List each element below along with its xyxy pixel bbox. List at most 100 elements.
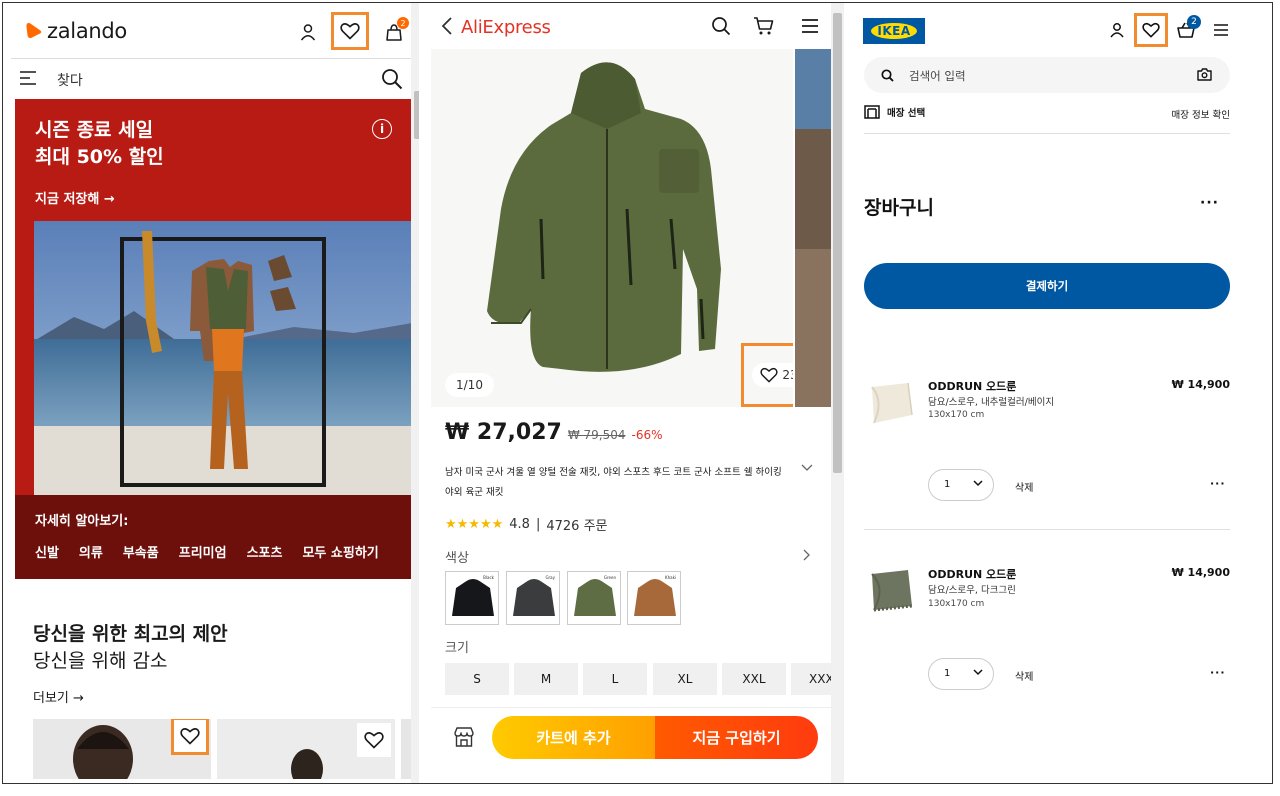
bag-icon[interactable]: 2 (377, 15, 411, 49)
aliexpress-logo[interactable]: AliExpress (461, 17, 551, 38)
product-title: 남자 미국 군사 겨울 열 양털 전술 재킷, 야외 스포츠 후드 코트 군사 … (445, 467, 782, 498)
aliexpress-panel: AliExpress 1/10 2 ₩ 27,027 ₩ 79,504 -66%… (431, 3, 844, 783)
store-info-link[interactable]: 매장 정보 확인 (1172, 107, 1230, 121)
product-size: 130x170 cm (928, 410, 985, 420)
wishlist-pill: 23K (752, 363, 793, 387)
user-icon[interactable] (291, 15, 325, 49)
category-premium[interactable]: 프리미엄 (179, 542, 227, 561)
delete-button[interactable]: 삭제 (1015, 668, 1033, 683)
size-option[interactable]: XXX (791, 663, 834, 695)
back-icon[interactable] (441, 17, 453, 35)
purchase-bar: 카트에 추가 지금 구입하기 (431, 707, 831, 767)
price-row: ₩ 27,027 ₩ 79,504 -66% (445, 420, 663, 445)
product-image[interactable] (864, 375, 918, 429)
user-icon[interactable] (1102, 15, 1132, 45)
delete-button[interactable]: 삭제 (1015, 479, 1033, 494)
color-option[interactable]: Black (445, 571, 499, 625)
size-option[interactable]: S (445, 663, 509, 695)
zalando-header: zalando 2 (11, 3, 411, 59)
search-input[interactable]: 찾다 (57, 70, 83, 90)
product-size: 130x170 cm (928, 599, 985, 609)
checkout-button[interactable]: 결제하기 (864, 263, 1230, 309)
rating-value: 4.8 (509, 517, 530, 532)
category-clothing[interactable]: 의류 (79, 542, 103, 561)
size-option[interactable]: XL (653, 663, 717, 695)
wishlist-heart-icon[interactable] (1134, 13, 1168, 47)
scroll-thumb[interactable] (414, 91, 419, 139)
scrollbar[interactable] (411, 3, 419, 783)
product-description: 담요/스로우, 다크그린 (928, 585, 1016, 596)
category-shoes[interactable]: 신발 (35, 542, 59, 561)
image-counter: 1/10 (445, 373, 494, 397)
chevron-right-icon[interactable] (803, 549, 811, 561)
size-option[interactable]: M (514, 663, 578, 695)
like-count: 23K (782, 368, 793, 382)
screenshot-frame: zalando 2 찾다 시즌 종료 세일 최대 50% 할인 i 지금 저장해… (2, 2, 1273, 784)
product-price: ₩ 14,900 (1171, 378, 1230, 391)
product-thumbnail[interactable] (33, 719, 211, 779)
search-icon (881, 69, 894, 82)
quantity-select[interactable]: 1 (928, 469, 994, 501)
product-price: ₩ 14,900 (1171, 566, 1230, 579)
size-option[interactable]: L (583, 663, 647, 695)
aliexpress-header: AliExpress (431, 3, 831, 49)
menu-icon[interactable] (797, 13, 823, 39)
size-option[interactable]: XXL (722, 663, 786, 695)
camera-icon[interactable] (1197, 68, 1212, 81)
store-icon (864, 105, 880, 119)
sale-banner[interactable]: 시즌 종료 세일 최대 50% 할인 i 지금 저장해 → 자세히 알아보기: … (15, 99, 412, 579)
zalando-logo[interactable]: zalando (25, 19, 127, 43)
ikea-logo[interactable]: IKEA (863, 18, 925, 44)
category-shop-all[interactable]: 모두 쇼핑하기 (302, 542, 378, 561)
original-price: ₩ 79,504 (567, 428, 626, 442)
next-product-image[interactable] (795, 49, 831, 407)
rating-separator: | (535, 517, 541, 532)
store-icon[interactable] (453, 726, 475, 748)
search-input[interactable]: 검색어 입력 (864, 57, 1230, 93)
product-image[interactable]: 1/10 23K (431, 49, 793, 407)
color-option[interactable]: Green (567, 571, 621, 625)
wishlist-button[interactable]: 23K (741, 343, 793, 407)
cart-icon[interactable] (751, 13, 777, 39)
product-thumbnail[interactable] (217, 719, 395, 779)
color-option[interactable]: Gray (506, 571, 560, 625)
menu-icon[interactable] (19, 70, 37, 86)
category-accessories[interactable]: 부속품 (123, 542, 159, 561)
quantity-select[interactable]: 1 (928, 658, 994, 690)
scroll-thumb[interactable] (833, 13, 842, 473)
info-icon[interactable]: i (372, 119, 392, 139)
order-count: 4726 주문 (546, 519, 608, 534)
page-title: 장바구니 (864, 197, 934, 219)
heart-icon[interactable] (357, 723, 391, 757)
chevron-down-icon (973, 669, 983, 676)
menu-icon[interactable] (1206, 15, 1236, 45)
zalando-search-bar[interactable]: 찾다 (11, 61, 411, 97)
store-select[interactable]: 매장 선택 (864, 105, 925, 119)
product-name[interactable]: ODDRUN 오드룬 (928, 378, 1016, 394)
search-icon[interactable] (381, 68, 403, 90)
divider (864, 133, 1230, 134)
current-price: ₩ 27,027 (445, 420, 562, 445)
cart-count-badge: 2 (397, 17, 409, 29)
category-sports[interactable]: 스포츠 (247, 542, 283, 561)
more-options-icon[interactable]: ··· (1200, 195, 1219, 211)
add-to-cart-button[interactable]: 카트에 추가 (492, 716, 655, 759)
heart-icon[interactable] (171, 719, 209, 755)
search-icon[interactable] (708, 13, 734, 39)
item-more-icon[interactable]: ··· (1210, 666, 1226, 679)
color-option[interactable]: Khaki (627, 571, 681, 625)
item-more-icon[interactable]: ··· (1210, 477, 1226, 490)
product-image[interactable] (864, 564, 918, 618)
save-now-link[interactable]: 지금 저장해 → (35, 188, 115, 207)
chevron-down-icon[interactable] (801, 464, 813, 472)
product-name[interactable]: ODDRUN 오드룬 (928, 566, 1016, 582)
banner-category-bar: 자세히 알아보기: 신발 의류 부속품 프리미엄 스포츠 모두 쇼핑하기 (15, 495, 412, 579)
rating-row: ★★★★★ 4.8 | 4726 주문 (445, 515, 608, 534)
discount-badge: -66% (631, 428, 663, 442)
scrollbar[interactable] (831, 3, 844, 783)
see-more-link[interactable]: 더보기 → (33, 687, 84, 706)
basket-icon[interactable]: 2 (1171, 15, 1201, 45)
wishlist-heart-icon[interactable] (331, 12, 369, 50)
buy-now-button[interactable]: 지금 구입하기 (655, 716, 818, 759)
cart-count-badge: 2 (1187, 15, 1201, 29)
